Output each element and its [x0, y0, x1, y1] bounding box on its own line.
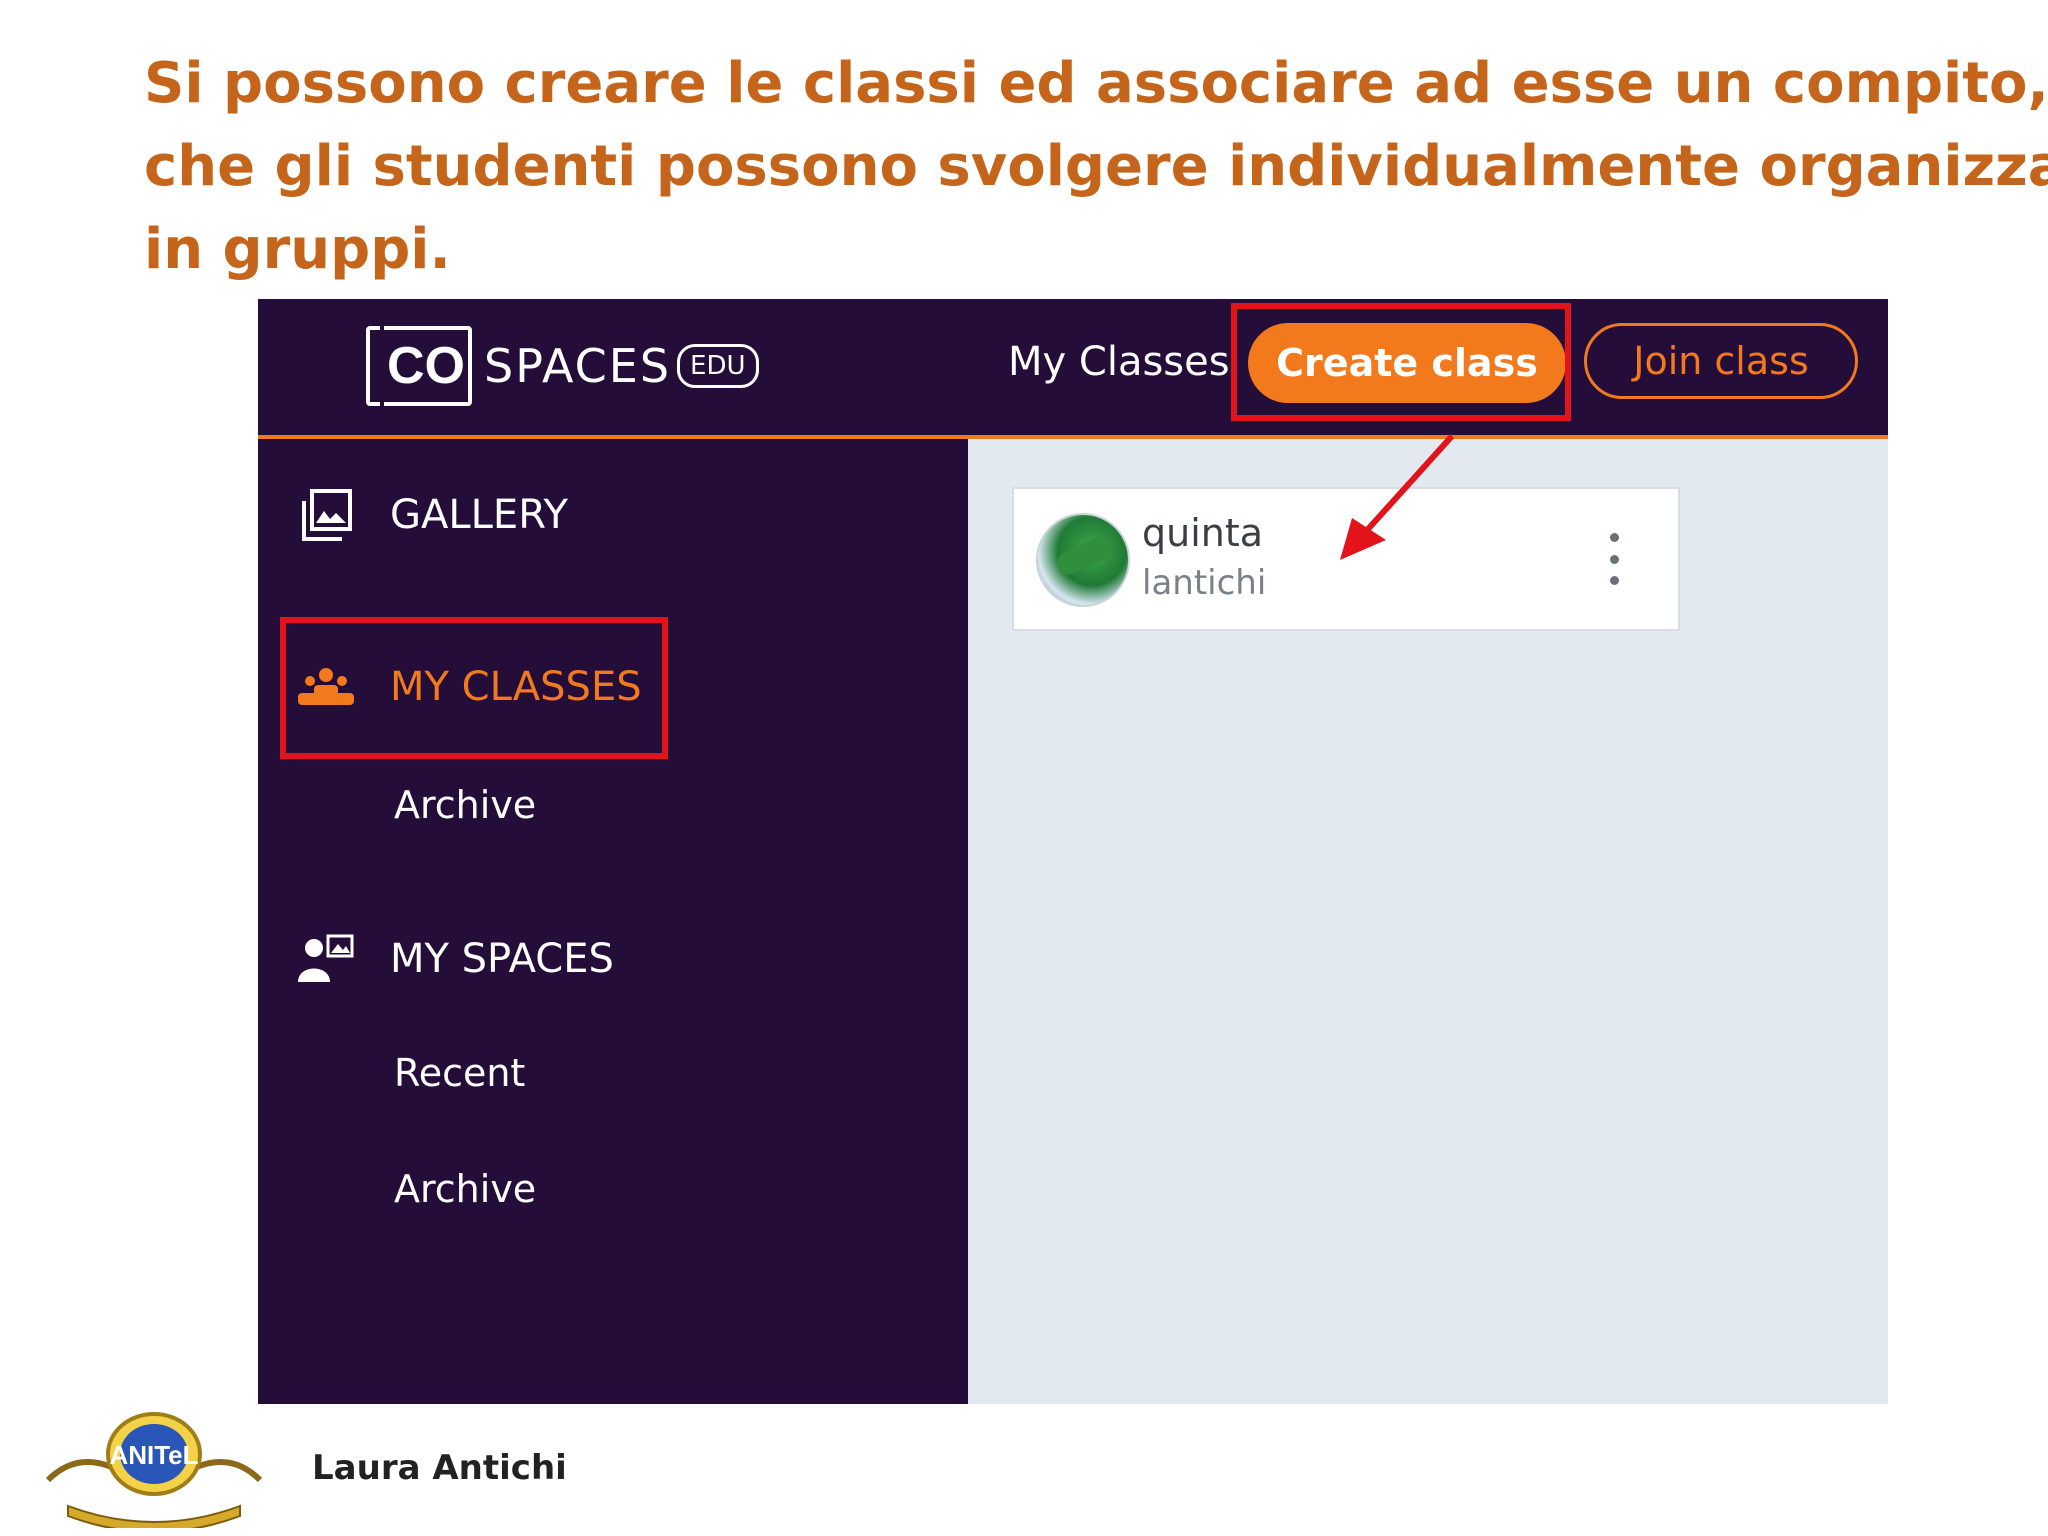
author-name: Laura Antichi [312, 1448, 567, 1488]
create-class-highlight-box [1231, 303, 1571, 421]
cospaces-app-screenshot: CO SPACES EDU My Classes Create class Jo… [258, 299, 1888, 1404]
logo-co-text: CO [387, 337, 465, 395]
top-bar: CO SPACES EDU My Classes Create class Jo… [258, 299, 1888, 436]
sidebar: GALLERY MY CLASSES Archive MY SPACES Rec… [258, 439, 968, 1404]
sidebar-label-my-spaces: MY SPACES [390, 936, 614, 982]
cospaces-edu-logo[interactable]: CO SPACES EDU [366, 323, 759, 409]
slide-title-line-1: Si possono creare le classi ed associare… [144, 51, 2048, 116]
sidebar-item-gallery[interactable]: GALLERY [298, 487, 568, 543]
sidebar-item-my-spaces[interactable]: MY SPACES [298, 931, 614, 987]
more-vertical-icon[interactable] [1594, 533, 1634, 585]
class-owner: lantichi [1142, 563, 1267, 603]
class-name: quinta [1142, 511, 1264, 555]
logo-spaces-text: SPACES [484, 339, 672, 393]
logo-edu-badge: EDU [677, 344, 759, 388]
spaces-icon [298, 931, 354, 987]
main-content: quinta lantichi [968, 439, 1888, 1404]
anitel-logo: ANITeL [45, 1412, 263, 1528]
my-classes-highlight-box [280, 617, 668, 759]
class-avatar [1036, 513, 1130, 607]
nav-my-classes-link[interactable]: My Classes [1008, 339, 1230, 385]
sidebar-item-spaces-archive[interactable]: Archive [394, 1167, 536, 1211]
class-card[interactable]: quinta lantichi [1012, 487, 1680, 631]
sidebar-item-recent[interactable]: Recent [394, 1051, 525, 1095]
gallery-icon [298, 487, 354, 543]
logo-co-box: CO [366, 326, 472, 406]
slide-title: Si possono creare le classi ed associare… [144, 42, 2048, 291]
join-class-button[interactable]: Join class [1584, 323, 1858, 399]
sidebar-item-classes-archive[interactable]: Archive [394, 783, 536, 827]
slide-title-line-2: che gli studenti possono svolgere indivi… [144, 134, 2048, 199]
svg-text:ANITeL: ANITeL [109, 1440, 198, 1470]
slide-title-line-3: in gruppi. [144, 217, 451, 282]
sidebar-label-gallery: GALLERY [390, 492, 568, 538]
